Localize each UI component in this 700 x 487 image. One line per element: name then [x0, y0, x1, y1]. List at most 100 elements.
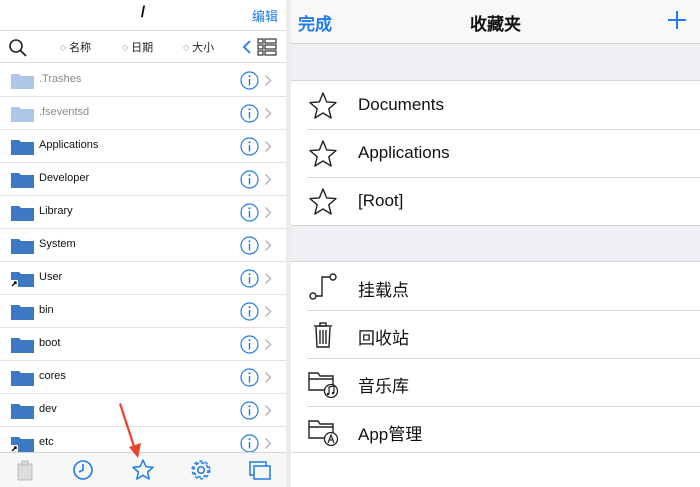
- tool-item[interactable]: App管理: [291, 407, 700, 455]
- info-icon[interactable]: [240, 401, 259, 420]
- sort-bar: ◇ 名称 ◇ 日期 ◇ 大小: [0, 31, 286, 63]
- tool-item[interactable]: 音乐库: [291, 359, 700, 407]
- file-row[interactable]: boot: [0, 328, 286, 361]
- file-name: User: [39, 271, 63, 283]
- file-row[interactable]: bin: [0, 295, 286, 328]
- info-icon[interactable]: [240, 335, 259, 354]
- favorite-item[interactable]: [Root]: [291, 178, 700, 226]
- file-name: etc: [39, 436, 54, 448]
- file-row[interactable]: dev: [0, 394, 286, 427]
- favorites-panel: 收藏夹 完成 Documents Applications [Root] 挂载点回收…: [291, 0, 700, 487]
- favorites-title: 收藏夹: [470, 15, 521, 34]
- file-row[interactable]: .fseventsd: [0, 97, 286, 130]
- chevron-right-icon: [264, 272, 272, 285]
- box-icon[interactable]: [13, 458, 37, 482]
- info-icon[interactable]: [240, 236, 259, 255]
- edit-button[interactable]: 编辑: [252, 6, 278, 25]
- tool-label: 回收站: [358, 329, 409, 348]
- favorite-label: [Root]: [358, 191, 404, 210]
- folder-icon: [11, 173, 34, 188]
- tool-item[interactable]: 回收站: [291, 311, 700, 359]
- folder-icon: [11, 74, 34, 89]
- browser-header: / 编辑: [0, 0, 286, 31]
- sort-arrows-icon: ◇: [60, 43, 67, 52]
- sort-by-date-button[interactable]: ◇ 日期: [122, 39, 153, 55]
- tool-label: App管理: [358, 425, 423, 444]
- file-name: dev: [39, 403, 57, 415]
- info-icon[interactable]: [240, 434, 259, 453]
- star-outline-icon: [309, 92, 337, 119]
- file-name: cores: [39, 370, 66, 382]
- file-row[interactable]: User: [0, 262, 286, 295]
- tool-item[interactable]: 挂载点: [291, 263, 700, 311]
- info-icon[interactable]: [240, 269, 259, 288]
- folder-icon: [11, 404, 34, 419]
- bottom-tab-bar: [0, 452, 286, 487]
- info-icon[interactable]: [240, 170, 259, 189]
- sort-arrows-icon: ◇: [183, 43, 190, 52]
- chevron-right-icon: [264, 305, 272, 318]
- current-path: /: [140, 4, 146, 21]
- tool-label: 挂载点: [358, 281, 409, 300]
- file-name: bin: [39, 304, 54, 316]
- folder-icon: [11, 107, 34, 122]
- file-row[interactable]: System: [0, 229, 286, 262]
- add-icon[interactable]: [666, 9, 688, 31]
- file-name: boot: [39, 337, 61, 349]
- done-button[interactable]: 完成: [298, 10, 332, 35]
- favorite-item[interactable]: Documents: [291, 82, 700, 130]
- chevron-right-icon: [264, 74, 272, 87]
- file-row[interactable]: .Trashes: [0, 64, 286, 97]
- clock-icon[interactable]: [71, 458, 95, 482]
- back-chevron-icon[interactable]: [241, 39, 253, 55]
- sort-by-size-button[interactable]: ◇ 大小: [183, 39, 214, 55]
- chevron-right-icon: [264, 206, 272, 219]
- favorite-label: Applications: [358, 143, 450, 162]
- star-icon[interactable]: [131, 458, 155, 482]
- music-folder-icon: [308, 372, 338, 398]
- chevron-right-icon: [264, 173, 272, 186]
- folder-icon: [11, 305, 34, 320]
- chevron-right-icon: [264, 404, 272, 417]
- folder-icon: [11, 437, 34, 452]
- view-mode-icon[interactable]: [257, 38, 277, 56]
- tool-label: 音乐库: [358, 377, 409, 396]
- chevron-right-icon: [264, 239, 272, 252]
- folder-icon: [11, 371, 34, 386]
- favorite-item[interactable]: Applications: [291, 130, 700, 178]
- file-row[interactable]: Applications: [0, 130, 286, 163]
- folder-icon: [11, 206, 34, 221]
- file-name: Library: [39, 205, 73, 217]
- folder-icon: [11, 272, 34, 287]
- file-row[interactable]: cores: [0, 361, 286, 394]
- info-icon[interactable]: [240, 368, 259, 387]
- info-icon[interactable]: [240, 203, 259, 222]
- file-name: Applications: [39, 139, 99, 151]
- star-outline-icon: [309, 140, 337, 167]
- info-icon[interactable]: [240, 71, 259, 90]
- app-folder-icon: [308, 420, 338, 446]
- sort-by-name-button[interactable]: ◇ 名称: [60, 39, 91, 55]
- favorite-label: Documents: [358, 95, 444, 114]
- info-icon[interactable]: [240, 137, 259, 156]
- file-name: .fseventsd: [39, 106, 90, 118]
- file-name: Developer: [39, 172, 90, 184]
- star-outline-icon: [309, 188, 337, 215]
- gear-icon[interactable]: [189, 458, 213, 482]
- folder-icon: [11, 140, 34, 155]
- search-icon[interactable]: [8, 38, 28, 58]
- chevron-right-icon: [264, 437, 272, 450]
- chevron-right-icon: [264, 371, 272, 384]
- file-name: System: [39, 238, 76, 250]
- chevron-right-icon: [264, 338, 272, 351]
- file-browser-panel: / 编辑 ◇ 名称 ◇ 日期 ◇ 大小 .Trashes .fseventsd Appli…: [0, 0, 286, 487]
- folder-icon: [11, 338, 34, 353]
- info-icon[interactable]: [240, 302, 259, 321]
- section-gap: [291, 44, 700, 81]
- section-gap: [291, 225, 700, 262]
- favorites-header: 收藏夹 完成: [291, 0, 700, 44]
- file-row[interactable]: Developer: [0, 163, 286, 196]
- info-icon[interactable]: [240, 104, 259, 123]
- file-row[interactable]: Library: [0, 196, 286, 229]
- windows-icon[interactable]: [248, 458, 272, 482]
